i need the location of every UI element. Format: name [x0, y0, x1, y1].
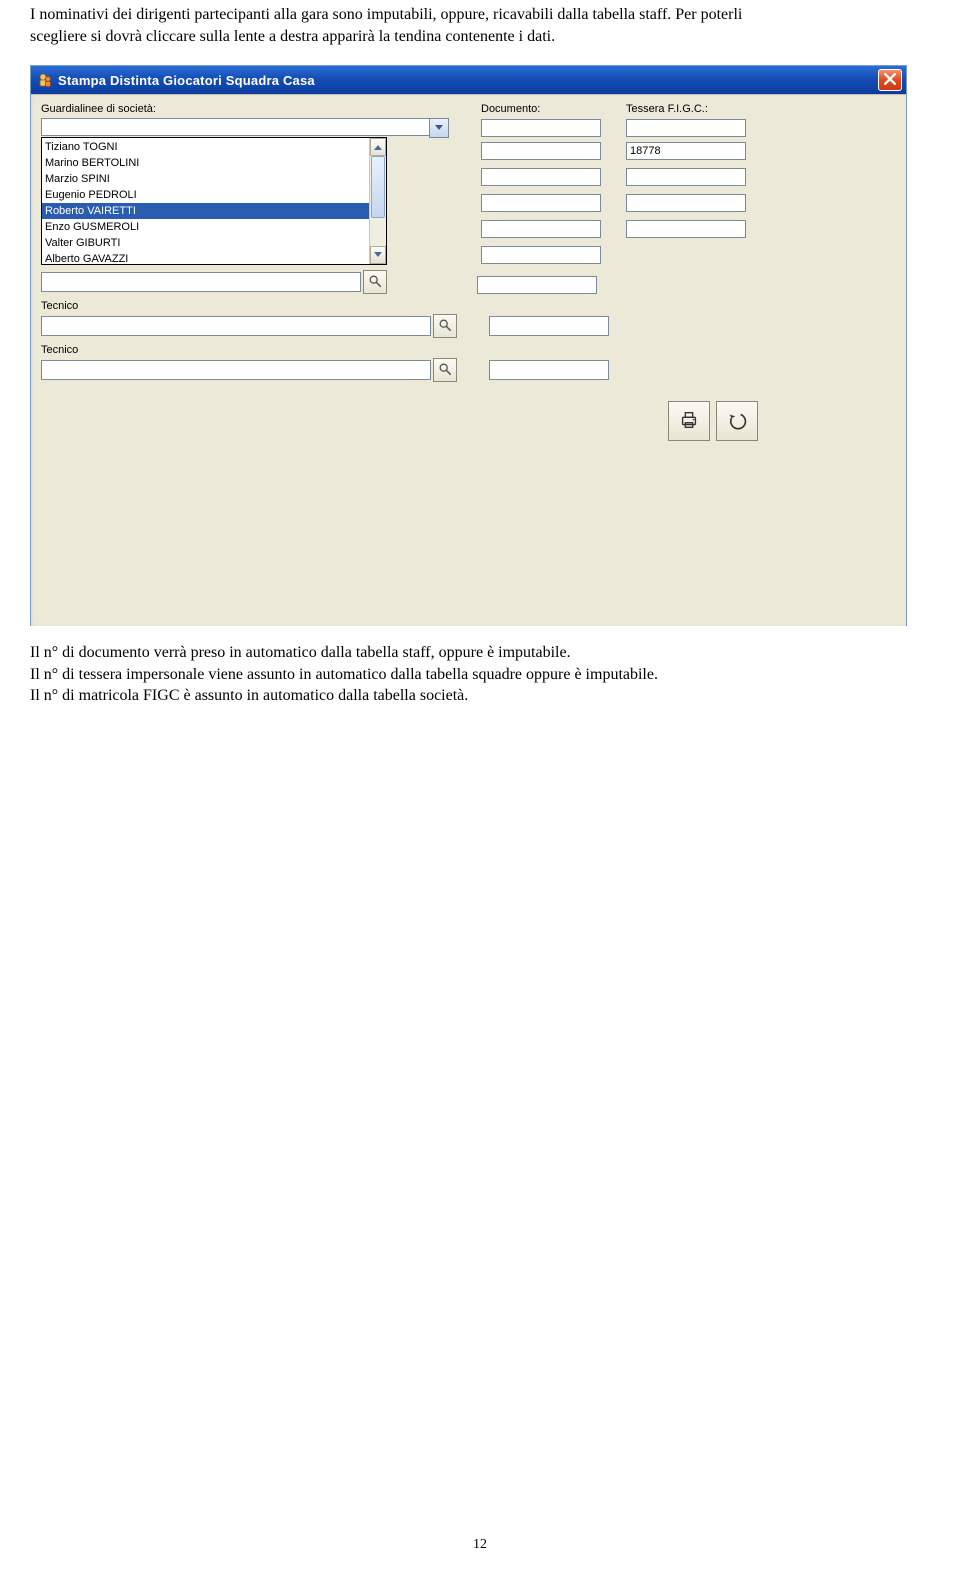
scroll-up-button[interactable]	[370, 138, 386, 156]
list-item[interactable]: Eugenio PEDROLI	[42, 187, 369, 203]
tessera-input-row0[interactable]	[626, 119, 746, 137]
list-item[interactable]: Tiziano TOGNI	[42, 139, 369, 155]
tecnico-input-2[interactable]	[41, 360, 431, 380]
magnifier-icon	[368, 274, 382, 291]
printer-icon	[678, 409, 700, 434]
tessera-input-row3[interactable]	[626, 194, 746, 212]
label-guardialinea: Guardialinee di società:	[41, 103, 481, 115]
tecnico-documento-1[interactable]	[489, 316, 609, 336]
list-item[interactable]: Marzio SPINI	[42, 171, 369, 187]
label-tecnico-1: Tecnico	[41, 300, 896, 312]
tecnico-input-1[interactable]	[41, 316, 431, 336]
list-item[interactable]: Enzo GUSMEROLI	[42, 219, 369, 235]
scroll-track[interactable]	[370, 156, 386, 246]
list-item-selected[interactable]: Roberto VAIRETTI	[42, 203, 369, 219]
app-icon	[37, 72, 53, 88]
tecnico-documento-2[interactable]	[489, 360, 609, 380]
close-button[interactable]	[878, 69, 902, 91]
print-button[interactable]	[668, 401, 710, 441]
documento-input-row3[interactable]	[481, 194, 601, 212]
page-number: 12	[0, 1537, 960, 1553]
body-paragraph: Il n° di documento verrà preso in automa…	[30, 642, 930, 707]
intro-paragraph: I nominativi dei dirigenti partecipanti …	[30, 0, 930, 47]
documento-input-row5[interactable]	[481, 246, 601, 264]
undo-icon	[726, 409, 748, 434]
scroll-thumb[interactable]	[371, 156, 385, 218]
tessera-input-row1[interactable]	[626, 142, 746, 160]
documento-input-row2[interactable]	[481, 168, 601, 186]
documento-input-row6[interactable]	[477, 276, 597, 294]
guardialinea-combobox[interactable]	[41, 118, 449, 138]
body-line-1: Il n° di documento verrà preso in automa…	[30, 642, 930, 664]
list-item[interactable]: Marino BERTOLINI	[42, 155, 369, 171]
magnifier-icon	[438, 318, 452, 335]
magnifier-icon	[438, 362, 452, 379]
body-line-3: Il n° di matricola FIGC è assunto in aut…	[30, 685, 930, 707]
undo-button[interactable]	[716, 401, 758, 441]
dirigente-input[interactable]	[41, 272, 361, 292]
documento-input-row1[interactable]	[481, 142, 601, 160]
combobox-toggle-button[interactable]	[429, 118, 449, 138]
lookup-button[interactable]	[433, 314, 457, 338]
dropdown-scrollbar[interactable]	[369, 138, 386, 264]
label-tecnico-2: Tecnico	[41, 344, 896, 356]
lookup-button[interactable]	[433, 358, 457, 382]
lookup-button[interactable]	[363, 270, 387, 294]
tessera-input-row4[interactable]	[626, 220, 746, 238]
guardialinea-dropdown-list[interactable]: Tiziano TOGNI Marino BERTOLINI Marzio SP…	[41, 137, 387, 265]
documento-input-row0[interactable]	[481, 119, 601, 137]
list-item[interactable]: Alberto GAVAZZI	[42, 251, 369, 264]
close-icon	[884, 73, 896, 88]
list-item[interactable]: Valter GIBURTI	[42, 235, 369, 251]
titlebar: Stampa Distinta Giocatori Squadra Casa	[31, 66, 906, 94]
guardialinea-input[interactable]	[41, 118, 429, 136]
label-tessera: Tessera F.I.G.C.:	[626, 103, 708, 115]
dialog-window: Stampa Distinta Giocatori Squadra Casa G…	[30, 65, 907, 626]
content-area: Guardialinee di società: Documento: Tess…	[31, 94, 906, 626]
documento-input-row4[interactable]	[481, 220, 601, 238]
chevron-up-icon	[374, 141, 382, 153]
label-documento: Documento:	[481, 103, 626, 115]
tessera-input-row2[interactable]	[626, 168, 746, 186]
window-title: Stampa Distinta Giocatori Squadra Casa	[58, 73, 315, 88]
intro-line-2: scegliere si dovrà cliccare sulla lente …	[30, 28, 555, 45]
body-line-2: Il n° di tessera impersonale viene assun…	[30, 664, 930, 686]
scroll-down-button[interactable]	[370, 246, 386, 264]
intro-line-1: I nominativi dei dirigenti partecipanti …	[30, 6, 742, 23]
chevron-down-icon	[374, 249, 382, 261]
chevron-down-icon	[435, 122, 443, 134]
